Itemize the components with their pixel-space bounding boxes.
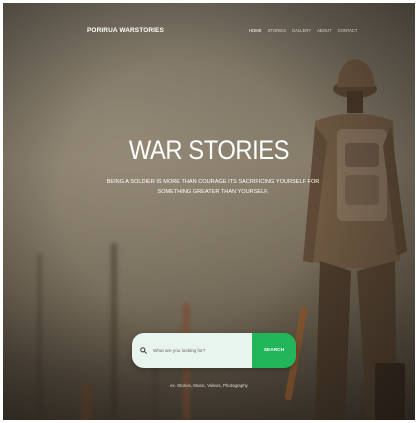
nav-item-gallery[interactable]: GALLERY: [292, 28, 311, 33]
hero-section: PORIRUA WARSTORIES HOME STORIES GALLERY …: [3, 3, 415, 420]
search-button[interactable]: SEARCH: [252, 333, 296, 368]
nav-item-stories[interactable]: STORIES: [268, 28, 286, 33]
search-suggestions: ex. Stories, Music, Videos, Photography: [170, 383, 248, 388]
search-input[interactable]: [151, 347, 245, 354]
hero-title: WAR STORIES: [128, 135, 290, 165]
search-bar: SEARCH: [132, 333, 296, 368]
nav-item-home[interactable]: HOME: [249, 28, 262, 33]
top-navbar: PORIRUA WARSTORIES HOME STORIES GALLERY …: [3, 3, 415, 53]
hero-subtitle: BEING A SOLDIER IS MORE THAN COURAGE ITS…: [106, 179, 320, 195]
nav-menu: HOME STORIES GALLERY ABOUT CONTACT: [249, 28, 358, 33]
nav-item-about[interactable]: ABOUT: [317, 28, 331, 33]
brand-logo[interactable]: PORIRUA WARSTORIES: [87, 27, 164, 34]
search-field-wrapper[interactable]: [132, 333, 252, 368]
nav-item-contact[interactable]: CONTACT: [338, 28, 358, 33]
search-icon: [140, 347, 147, 354]
